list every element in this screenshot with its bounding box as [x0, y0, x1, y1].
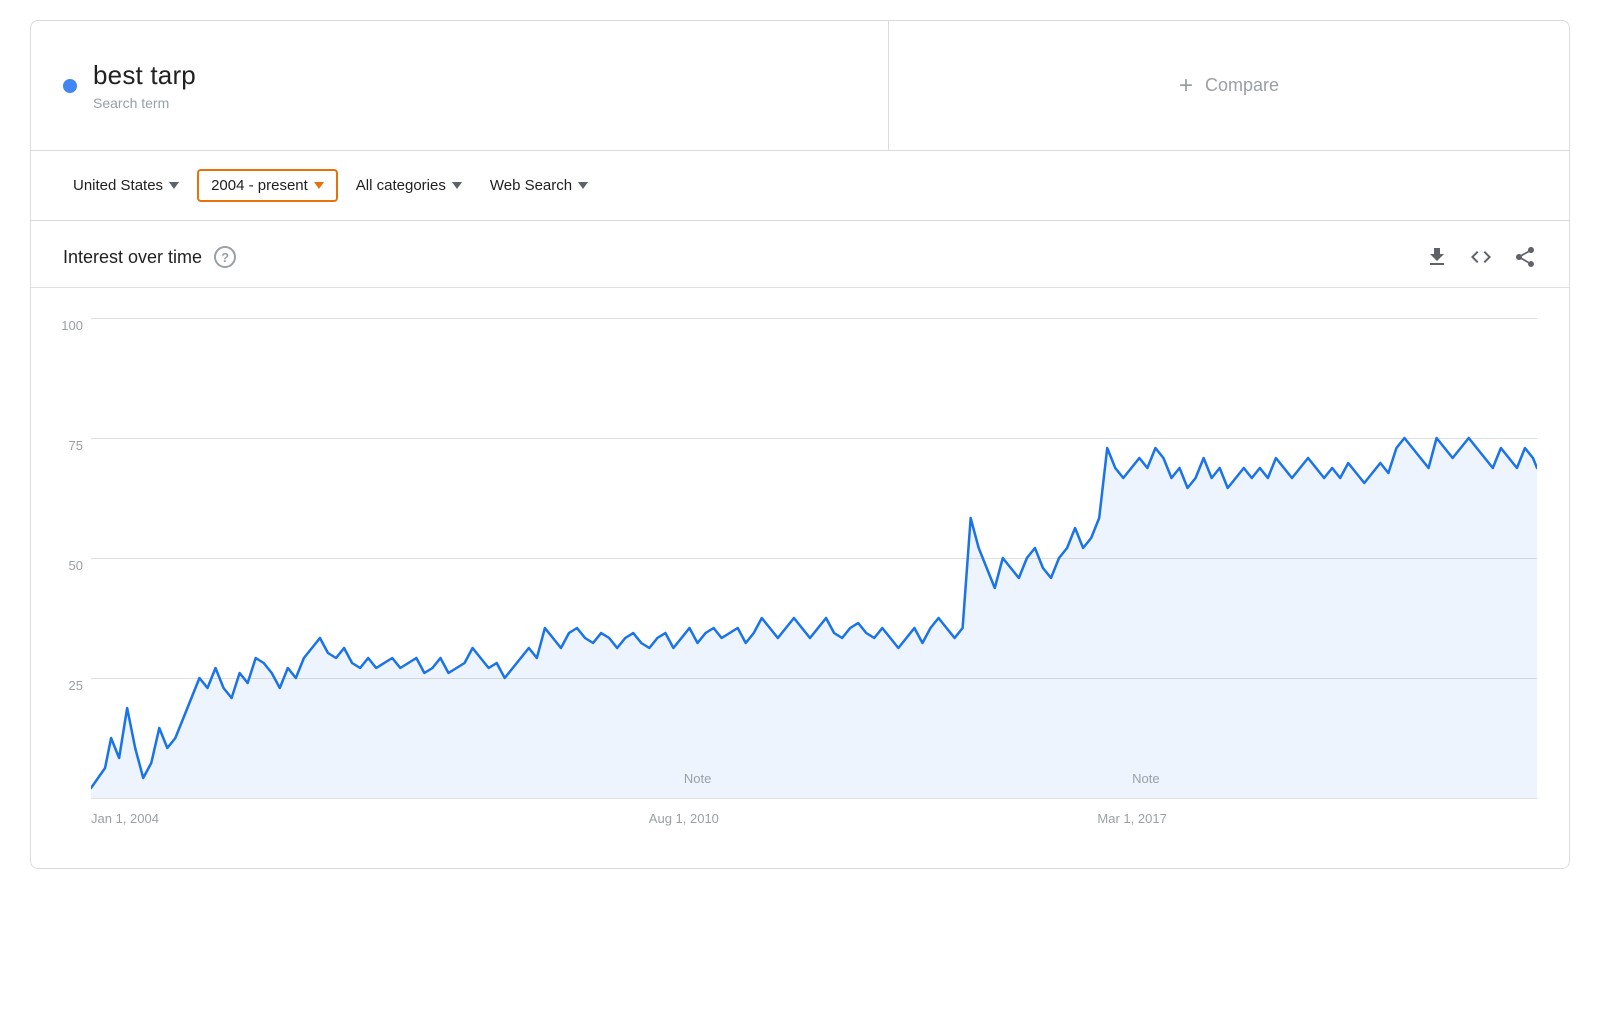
country-filter[interactable]: United States [63, 171, 189, 200]
y-label-75: 75 [43, 438, 83, 453]
compare-button[interactable]: + Compare [1163, 64, 1295, 108]
note-label-1: Note [684, 771, 711, 786]
search-term-section: best tarp Search term [31, 21, 889, 150]
y-axis: 25 50 75 100 [43, 318, 83, 798]
compare-plus-icon: + [1179, 72, 1193, 100]
embed-icon[interactable] [1469, 245, 1493, 269]
category-arrow-icon [452, 182, 462, 189]
search-row: best tarp Search term + Compare [31, 21, 1569, 151]
trend-chart [91, 318, 1537, 798]
country-arrow-icon [169, 182, 179, 189]
category-filter[interactable]: All categories [346, 171, 472, 200]
time-range-filter[interactable]: 2004 - present [197, 169, 338, 202]
section-header: Interest over time ? [31, 221, 1569, 288]
search-term-text: best tarp [93, 60, 196, 91]
x-label-start: Jan 1, 2004 [91, 811, 159, 826]
y-label-50: 50 [43, 558, 83, 573]
x-axis: Jan 1, 2004 Aug 1, 2010 Mar 1, 2017 [91, 811, 1537, 826]
help-icon[interactable]: ? [214, 246, 236, 268]
section-actions [1425, 245, 1537, 269]
y-label-100: 100 [43, 318, 83, 333]
compare-label: Compare [1205, 75, 1279, 96]
share-icon[interactable] [1513, 245, 1537, 269]
y-label-25: 25 [43, 678, 83, 693]
download-icon[interactable] [1425, 245, 1449, 269]
category-label: All categories [356, 177, 446, 194]
search-type-label: Web Search [490, 177, 572, 194]
section-title-group: Interest over time ? [63, 246, 236, 268]
chart-inner: 25 50 75 100 [91, 318, 1537, 838]
search-term-label: Search term [93, 95, 196, 111]
search-term-info: best tarp Search term [93, 60, 196, 111]
compare-section: + Compare [889, 21, 1569, 150]
search-type-arrow-icon [578, 182, 588, 189]
search-dot [63, 79, 77, 93]
country-label: United States [73, 177, 163, 194]
x-label-mid: Aug 1, 2010 [649, 811, 719, 826]
note-label-2: Note [1132, 771, 1159, 786]
main-container: best tarp Search term + Compare United S… [30, 20, 1570, 869]
filters-row: United States 2004 - present All categor… [31, 151, 1569, 221]
x-label-end: Mar 1, 2017 [1097, 811, 1166, 826]
chart-container: 25 50 75 100 [31, 288, 1569, 868]
search-type-filter[interactable]: Web Search [480, 171, 598, 200]
time-range-arrow-icon [314, 182, 324, 189]
time-range-label: 2004 - present [211, 177, 308, 194]
section-title: Interest over time [63, 247, 202, 268]
grid-line-0 [91, 798, 1537, 799]
